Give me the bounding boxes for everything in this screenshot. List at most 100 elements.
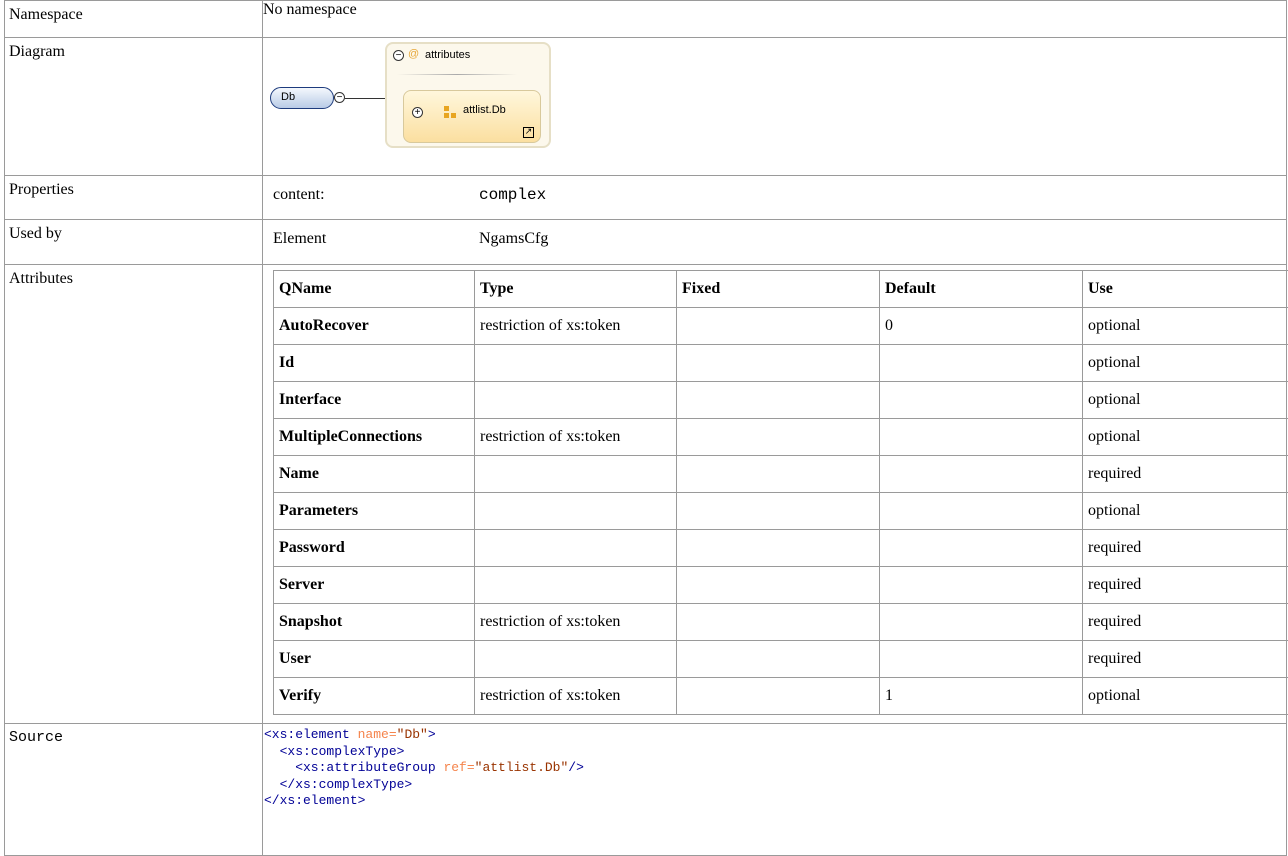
src-line-2: <xs:complexType> <box>264 743 405 759</box>
table-row: Verify restriction of xs:token 1 optional <box>273 677 1288 715</box>
source-row: Source <xs:element name="Db"> <xs:comple… <box>4 723 1287 856</box>
namespace-row: Namespace No namespace <box>4 0 1287 38</box>
source-cell: <xs:element name="Db"> <xs:complexType> … <box>262 723 1287 856</box>
attr-use: optional <box>1082 677 1288 715</box>
attr-use: required <box>1082 529 1288 567</box>
attr-use: optional <box>1082 492 1288 530</box>
attr-default <box>879 603 1083 641</box>
header-type: Type <box>474 270 677 308</box>
attr-use: required <box>1082 640 1288 678</box>
src-line-1: <xs:element name="Db"> <box>264 727 436 742</box>
attr-use: optional <box>1082 381 1288 419</box>
group-separator <box>397 74 517 75</box>
src-tag-end: /> <box>568 760 584 775</box>
attr-qname: Parameters <box>273 492 475 530</box>
table-row: Name required <box>273 455 1288 493</box>
connector-line <box>345 98 385 99</box>
attributes-row: Attributes QName Type Fixed Default Use <box>4 264 1288 724</box>
src-line-3: <xs:attributeGroup ref="attlist.Db"/> <box>264 760 584 775</box>
src-line-5: </xs:element> <box>264 793 366 808</box>
header-default: Default <box>879 270 1083 308</box>
namespace-label: Namespace <box>4 0 263 38</box>
attr-qname: Verify <box>273 677 475 715</box>
attr-qname: Interface <box>273 381 475 419</box>
used-by-kind: Element <box>273 230 327 247</box>
attr-type: restriction of xs:token <box>474 603 677 641</box>
element-node-label: Db <box>281 91 296 103</box>
expand-plus-icon[interactable]: + <box>412 107 423 118</box>
used-by-row: Used by Element NgamsCfg <box>4 219 1287 265</box>
attr-default <box>879 492 1083 530</box>
schema-diagram: Db − − @ attributes + attlist.Db ↗ <box>263 38 1286 148</box>
table-row: Server required <box>273 566 1288 604</box>
attr-type <box>474 344 677 382</box>
attr-qname: User <box>273 640 475 678</box>
property-value: complex <box>479 186 547 204</box>
table-row: Snapshot restriction of xs:token required <box>273 603 1288 641</box>
collapse-minus-icon[interactable]: − <box>334 92 345 103</box>
attr-default <box>879 455 1083 493</box>
attr-type: restriction of xs:token <box>474 307 677 345</box>
attr-fixed <box>676 307 880 345</box>
attr-default <box>879 381 1083 419</box>
property-key: content: <box>273 186 325 203</box>
attr-type: restriction of xs:token <box>474 418 677 456</box>
attributes-group-label: attributes <box>425 49 471 61</box>
diagram-row: Diagram Db − − @ attributes + attlist.Db… <box>4 37 1287 176</box>
table-row: User required <box>273 640 1288 678</box>
attributes-cell: QName Type Fixed Default Use AutoRecover… <box>262 264 1288 724</box>
attribute-group-ref-box[interactable]: + attlist.Db ↗ <box>403 90 541 143</box>
properties-label: Properties <box>4 175 263 220</box>
attr-default: 0 <box>879 307 1083 345</box>
attr-qname: Name <box>273 455 475 493</box>
attributes-group-box: − @ attributes + attlist.Db ↗ <box>385 42 551 148</box>
attr-use: required <box>1082 603 1288 641</box>
table-row: Interface optional <box>273 381 1288 419</box>
table-row: Id optional <box>273 344 1288 382</box>
attr-default <box>879 418 1083 456</box>
attr-type <box>474 566 677 604</box>
attr-fixed <box>676 418 880 456</box>
attr-qname: Snapshot <box>273 603 475 641</box>
attr-type <box>474 529 677 567</box>
attr-qname: AutoRecover <box>273 307 475 345</box>
src-attr-name: name= <box>349 727 397 742</box>
attr-type <box>474 640 677 678</box>
attr-use: optional <box>1082 344 1288 382</box>
attribute-at-icon: @ <box>408 48 420 60</box>
table-row: Parameters optional <box>273 492 1288 530</box>
attr-qname: Password <box>273 529 475 567</box>
element-node-db[interactable]: Db <box>270 87 334 109</box>
attr-fixed <box>676 381 880 419</box>
src-tag-end: > <box>427 727 436 742</box>
attr-use: required <box>1082 455 1288 493</box>
used-by-link[interactable]: NgamsCfg <box>479 230 548 258</box>
attribute-group-ref-label: attlist.Db <box>463 104 506 116</box>
attr-default <box>879 529 1083 567</box>
attr-type: restriction of xs:token <box>474 677 677 715</box>
attr-fixed <box>676 677 880 715</box>
source-code: <xs:element name="Db"> <xs:complexType> … <box>263 724 1286 810</box>
attribute-group-icon <box>444 106 458 118</box>
attr-type <box>474 455 677 493</box>
attr-use: required <box>1082 566 1288 604</box>
properties-cell: content: complex <box>262 175 1287 220</box>
table-row: Password required <box>273 529 1288 567</box>
attr-default <box>879 344 1083 382</box>
header-use: Use <box>1082 270 1288 308</box>
collapse-minus-icon[interactable]: − <box>393 50 404 61</box>
attr-default: 1 <box>879 677 1083 715</box>
attr-fixed <box>676 344 880 382</box>
schema-component-table: Namespace No namespace Diagram Db − − @ … <box>4 0 1288 856</box>
attr-type <box>474 492 677 530</box>
jump-link-icon[interactable]: ↗ <box>523 127 534 138</box>
diagram-cell: Db − − @ attributes + attlist.Db ↗ <box>262 37 1287 176</box>
source-label: Source <box>4 723 263 856</box>
attr-use: optional <box>1082 418 1288 456</box>
attr-qname: MultipleConnections <box>273 418 475 456</box>
src-tag: <xs:element <box>264 727 350 742</box>
src-attr-name: ref= <box>435 760 475 775</box>
table-row: MultipleConnections restriction of xs:tok… <box>273 418 1288 456</box>
diagram-label: Diagram <box>4 37 263 176</box>
attr-default <box>879 566 1083 604</box>
